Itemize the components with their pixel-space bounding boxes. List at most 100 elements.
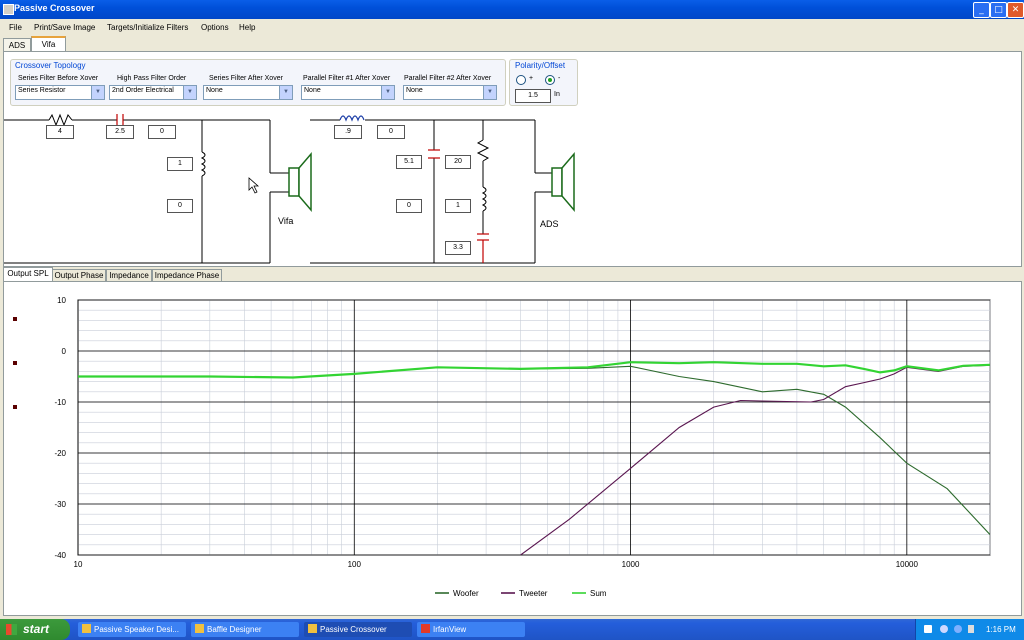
vifa-cap-extra-value[interactable]: 0: [148, 125, 176, 139]
start-label: start: [23, 622, 50, 636]
menu-options[interactable]: Options: [201, 23, 229, 32]
parallel2-value: None: [406, 87, 423, 94]
y-tick-label: 10: [57, 296, 66, 305]
maximize-button[interactable]: □: [990, 2, 1007, 18]
x-tick-label: 100: [348, 560, 362, 569]
taskbar-item-speaker-designer[interactable]: Passive Speaker Desi...: [78, 622, 186, 637]
menu-targets[interactable]: Targets/Initialize Filters: [107, 23, 188, 32]
spl-chart: 100-10-20-30-4010 100 1000 10000Woofer Tweet…: [54, 296, 991, 598]
series-after-label: Series Filter After Xover: [209, 75, 283, 82]
vifa-shunt-extra-value[interactable]: 0: [167, 199, 193, 213]
ads-ind-extra-value[interactable]: 0: [377, 125, 405, 139]
crossover-topology-group: Crossover Topology Series Filter Before …: [10, 59, 506, 106]
y-tick-label: -20: [54, 449, 66, 458]
ads-inductor-value[interactable]: .9: [334, 125, 362, 139]
hp-order-select[interactable]: 2nd Order Electrical ▼: [109, 85, 197, 100]
resistor-symbol: [48, 113, 73, 127]
ads-driver-label: ADS: [540, 219, 559, 229]
hp-order-label: High Pass Filter Order: [117, 75, 187, 82]
mouse-cursor-icon: [248, 177, 260, 194]
windows-logo-icon: [6, 624, 17, 635]
system-tray: 1:16 PM: [915, 619, 1024, 640]
polarity-group: Polarity/Offset + - 1.5 In: [509, 59, 578, 106]
start-button[interactable]: start: [0, 619, 70, 640]
ads-resistor-value[interactable]: 20: [445, 155, 471, 169]
series-inductor-symbol: [339, 115, 365, 122]
app-icon: [3, 4, 14, 15]
chevron-down-icon: ▼: [381, 86, 394, 99]
taskbar-item-label: Passive Speaker Desi...: [94, 625, 179, 634]
vifa-inductor-value[interactable]: 1: [167, 157, 193, 171]
polarity-plus-label: +: [529, 75, 534, 82]
menu-help[interactable]: Help: [239, 23, 255, 32]
vifa-capacitor-value[interactable]: 2.5: [106, 125, 134, 139]
parallel1-value: None: [304, 87, 321, 94]
menu-bar: File Print/Save Image Targets/Initialize…: [0, 19, 1024, 36]
volume-icon[interactable]: [968, 625, 974, 633]
hp-order-value: 2nd Order Electrical: [112, 87, 174, 94]
crossover-panel: Crossover Topology Series Filter Before …: [3, 51, 1022, 267]
marker-dot: [13, 317, 17, 321]
close-button[interactable]: ✕: [1007, 2, 1024, 18]
app-icon: [308, 624, 317, 633]
series-after-select[interactable]: None ▼: [203, 85, 293, 100]
ads-notch-cap-value[interactable]: 3.3: [445, 241, 471, 255]
notch-inductor-symbol: [481, 186, 487, 212]
inductor-symbol: [200, 151, 206, 177]
menu-file[interactable]: File: [9, 23, 22, 32]
tab-output-spl[interactable]: Output SPL: [3, 267, 53, 282]
y-tick-label: -10: [54, 398, 66, 407]
chevron-down-icon: ▼: [279, 86, 292, 99]
marker-dot: [13, 405, 17, 409]
ads-shunt-extra-value[interactable]: 0: [396, 199, 422, 213]
y-tick-label: 0: [62, 347, 67, 356]
chevron-down-icon: ▼: [183, 86, 196, 99]
clock: 1:16 PM: [986, 625, 1016, 634]
polarity-title: Polarity/Offset: [515, 61, 566, 70]
network-icon[interactable]: [940, 625, 948, 633]
topology-title: Crossover Topology: [15, 61, 86, 70]
series-after-value: None: [206, 87, 223, 94]
y-tick-label: -40: [54, 551, 66, 560]
parallel2-label: Parallel Filter #2 After Xover: [404, 75, 492, 82]
ads-shunt-cap-value[interactable]: 5.1: [396, 155, 422, 169]
window-title: Passive Crossover: [14, 3, 95, 13]
offset-unit: In: [554, 91, 560, 98]
polarity-minus-radio[interactable]: [545, 75, 555, 85]
bluetooth-icon[interactable]: [954, 625, 962, 633]
radio-selected-dot: [548, 78, 552, 82]
offset-input[interactable]: 1.5: [515, 89, 551, 103]
polarity-plus-radio[interactable]: [516, 75, 526, 85]
x-tick-label: 1000: [622, 560, 640, 569]
polarity-minus-label: -: [558, 75, 561, 82]
series-before-select[interactable]: Series Resistor ▼: [15, 85, 105, 100]
x-tick-label: 10000: [896, 560, 919, 569]
ads-notch-inductor-value[interactable]: 1: [445, 199, 471, 213]
marker-dot: [13, 361, 17, 365]
vifa-driver-label: Vifa: [278, 216, 294, 226]
taskbar-item-irfanview[interactable]: IrfanView: [417, 622, 525, 637]
taskbar-item-label: Baffle Designer: [207, 625, 262, 634]
plot-area: [77, 299, 991, 556]
tab-ads[interactable]: ADS: [3, 38, 31, 52]
app-icon: [195, 624, 204, 633]
parallel2-select[interactable]: None ▼: [403, 85, 497, 100]
legend-label: Tweeter: [519, 589, 548, 598]
taskbar-item-passive-crossover[interactable]: Passive Crossover: [304, 622, 412, 637]
series-before-value: Series Resistor: [18, 87, 66, 94]
chevron-down-icon: ▼: [483, 86, 496, 99]
minimize-button[interactable]: _: [973, 2, 990, 18]
app-icon: [82, 624, 91, 633]
taskbar-item-label: Passive Crossover: [320, 625, 387, 634]
menu-print-save[interactable]: Print/Save Image: [34, 23, 95, 32]
x-tick-label: 10: [74, 560, 83, 569]
vifa-resistor-value[interactable]: 4: [46, 125, 74, 139]
ads-speaker-icon: [551, 151, 575, 213]
parallel1-select[interactable]: None ▼: [301, 85, 395, 100]
legend-label: Sum: [590, 589, 607, 598]
legend-label: Woofer: [453, 589, 479, 598]
taskbar-item-baffle-designer[interactable]: Baffle Designer: [191, 622, 299, 637]
parallel1-label: Parallel Filter #1 After Xover: [303, 75, 391, 82]
title-bar: Passive Crossover _ □ ✕: [0, 0, 1024, 19]
help-icon[interactable]: [924, 625, 932, 633]
